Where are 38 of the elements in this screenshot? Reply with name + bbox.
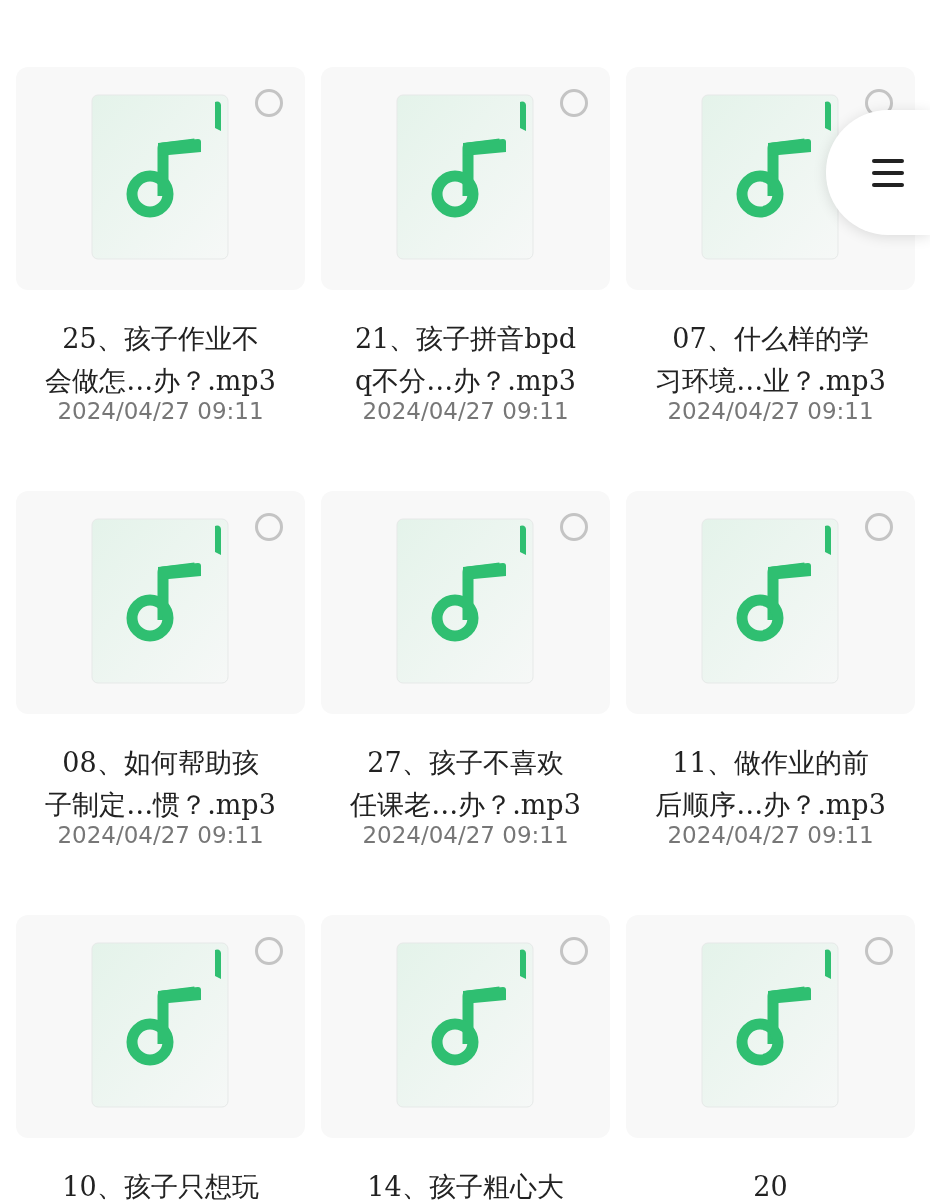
select-checkbox[interactable]	[865, 513, 893, 541]
select-checkbox[interactable]	[255, 513, 283, 541]
file-thumbnail[interactable]	[16, 915, 305, 1138]
file-name-line: 习环境…业？.mp3	[655, 364, 886, 398]
file-name-line: 后顺序…办？.mp3	[655, 788, 886, 822]
file-thumbnail[interactable]	[321, 915, 610, 1138]
file-thumbnail[interactable]	[321, 491, 610, 714]
select-checkbox[interactable]	[255, 89, 283, 117]
file-date: 2024/04/27 09:11	[362, 398, 569, 424]
select-checkbox[interactable]	[560, 937, 588, 965]
file-date: 2024/04/27 09:11	[57, 398, 264, 424]
file-thumbnail[interactable]	[321, 67, 610, 290]
select-checkbox[interactable]	[255, 937, 283, 965]
file-thumbnail[interactable]	[626, 915, 915, 1138]
file-thumbnail[interactable]	[16, 67, 305, 290]
file-name-line: 27、孩子不喜欢	[367, 746, 564, 780]
file-name-line: 会做怎…办？.mp3	[45, 364, 276, 398]
file-name-line: 07、什么样的学	[672, 322, 869, 356]
file-name-line: q不分…办？.mp3	[355, 364, 576, 398]
file-name-line: 任课老…办？.mp3	[350, 788, 581, 822]
file-date: 2024/04/27 09:11	[57, 822, 264, 848]
select-checkbox[interactable]	[560, 89, 588, 117]
menu-icon	[872, 157, 904, 188]
file-name-line: 20	[753, 1170, 788, 1200]
file-name-line: 08、如何帮助孩	[62, 746, 259, 780]
select-checkbox[interactable]	[560, 513, 588, 541]
file-date: 2024/04/27 09:11	[667, 398, 874, 424]
file-date: 2024/04/27 09:11	[667, 822, 874, 848]
file-date: 2024/04/27 09:11	[362, 822, 569, 848]
file-name-line: 11、做作业的前	[672, 746, 869, 780]
file-name-line: 10、孩子只想玩	[62, 1170, 259, 1200]
file-thumbnail[interactable]	[16, 491, 305, 714]
file-name-line: 21、孩子拼音bpd	[354, 322, 577, 356]
file-name-line: 子制定…惯？.mp3	[45, 788, 276, 822]
select-checkbox[interactable]	[865, 937, 893, 965]
file-name-line: 25、孩子作业不	[62, 322, 259, 356]
file-thumbnail[interactable]	[626, 491, 915, 714]
file-name-line: 14、孩子粗心大	[367, 1170, 564, 1200]
